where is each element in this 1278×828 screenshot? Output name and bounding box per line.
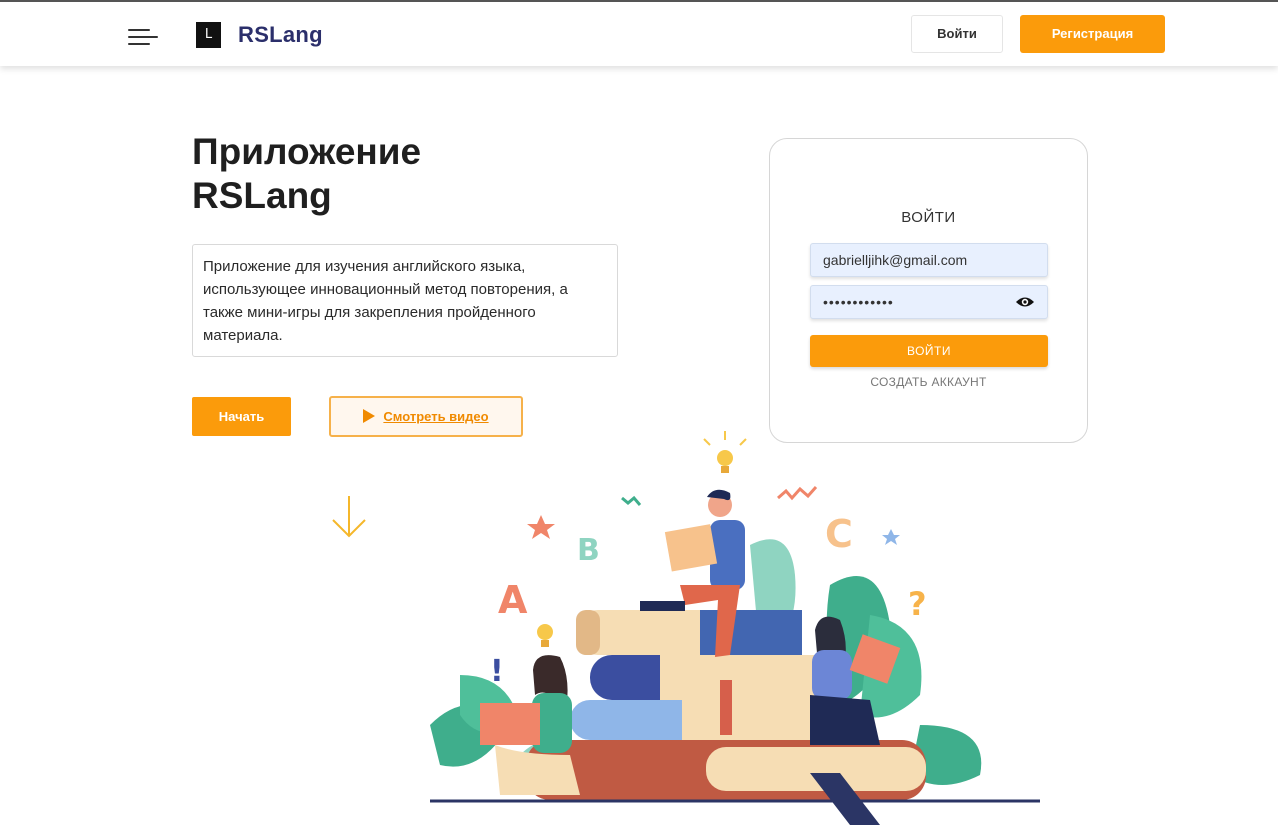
login-card: ВОЙТИ ВОЙТИ СОЗДАТЬ АККАУНТ [769,138,1088,443]
letter-a: A [498,578,528,622]
hero-description: Приложение для изучения английского язык… [192,244,618,357]
create-account-link[interactable]: СОЗДАТЬ АККАУНТ [770,375,1087,389]
play-icon [363,409,376,423]
logo-text[interactable]: RSLang [238,22,323,48]
logo-icon[interactable]: L [196,22,221,48]
start-button[interactable]: Начать [192,397,291,436]
letter-c: C [825,512,853,556]
header-register-button[interactable]: Регистрация [1020,15,1165,53]
eye-icon[interactable] [1015,294,1035,310]
hamburger-menu-icon[interactable] [128,26,158,48]
hero-title: Приложение RSLang [192,130,552,218]
login-submit-button[interactable]: ВОЙТИ [810,335,1048,367]
arrow-down-icon[interactable] [330,494,368,540]
watch-video-label: Смотреть видео [383,409,489,424]
reading-people-illustration: A B C ! ? [430,431,1040,825]
exclamation-mark: ! [490,654,504,689]
letter-b: B [577,533,600,568]
top-header: L RSLang Войти Регистрация [0,0,1278,66]
header-login-button[interactable]: Войти [911,15,1003,53]
login-card-title: ВОЙТИ [901,209,956,226]
question-mark: ? [908,585,927,623]
hero-title-line2: RSLang [192,175,332,216]
email-field[interactable] [810,243,1048,277]
password-field[interactable] [810,285,1048,319]
hero-title-line1: Приложение [192,131,422,172]
